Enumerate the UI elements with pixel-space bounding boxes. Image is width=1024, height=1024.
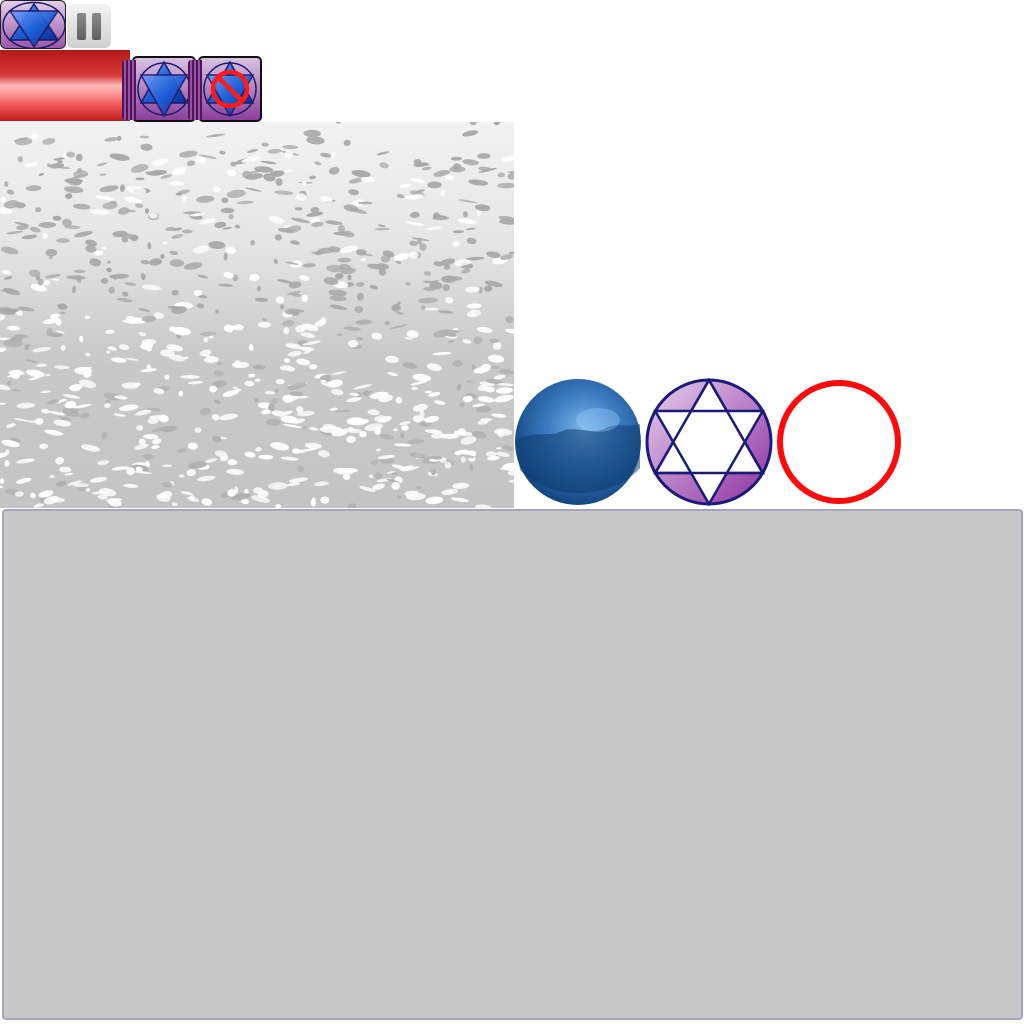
blocked-power-card[interactable] (188, 56, 262, 122)
health-bar-fill (0, 50, 130, 121)
hexagram-circle-icon (645, 377, 773, 507)
hexagram-power-card[interactable] (122, 56, 196, 122)
blue-sphere-icon (515, 379, 641, 505)
empty-orb-slot[interactable] (775, 378, 903, 506)
hexagram-orb[interactable] (645, 377, 773, 507)
health-bar (0, 50, 130, 121)
frost-playfield (0, 122, 514, 508)
hexagram-forbidden-icon (203, 60, 257, 118)
hexagram-gem-icon (137, 60, 191, 118)
blue-marble-orb[interactable] (514, 378, 642, 506)
red-ring-icon (777, 380, 901, 504)
pause-button[interactable] (67, 4, 111, 48)
pause-icon (77, 13, 86, 40)
frost-texture (0, 122, 514, 508)
empty-gray-panel (2, 509, 1023, 1020)
hexagram-emblem-button[interactable] (0, 0, 66, 49)
hexagram-emblem-icon (2, 1, 65, 48)
